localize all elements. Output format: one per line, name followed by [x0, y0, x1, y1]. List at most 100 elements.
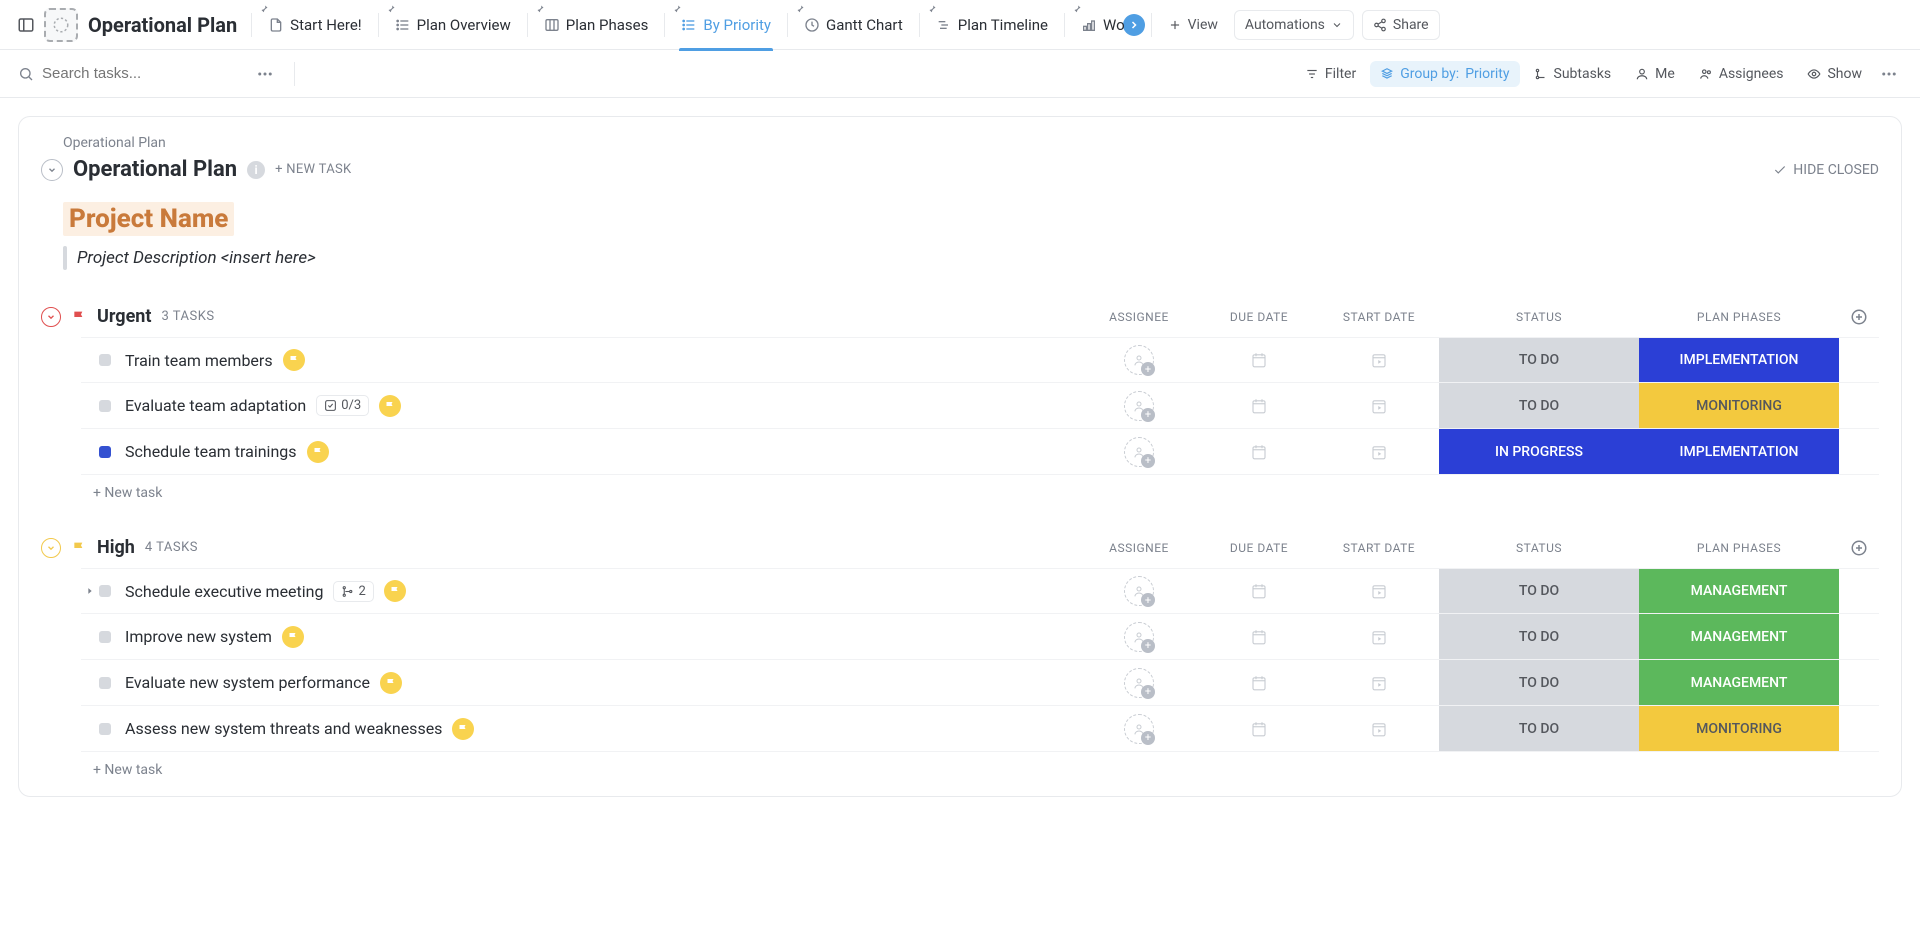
column-assignee[interactable]: ASSIGNEE [1079, 310, 1199, 324]
task-name[interactable]: Schedule executive meeting [125, 582, 323, 601]
due-date-cell[interactable] [1199, 383, 1319, 428]
column-plan-phases[interactable]: PLAN PHASES [1639, 541, 1839, 555]
assignees-button[interactable]: Assignees [1689, 61, 1794, 87]
column-plan-phases[interactable]: PLAN PHASES [1639, 310, 1839, 324]
start-date-cell[interactable] [1319, 569, 1439, 613]
task-row[interactable]: Evaluate new system performance TO DO MA… [81, 660, 1879, 706]
assignee-cell[interactable] [1079, 338, 1199, 382]
project-name[interactable]: Project Name [63, 202, 234, 236]
collapse-group-button[interactable] [41, 307, 61, 327]
column-due-date[interactable]: DUE DATE [1199, 310, 1319, 324]
column-status[interactable]: STATUS [1439, 310, 1639, 324]
phase-cell[interactable]: IMPLEMENTATION [1639, 338, 1839, 382]
assignee-cell[interactable] [1079, 614, 1199, 659]
assignee-cell[interactable] [1079, 429, 1199, 474]
phase-cell[interactable]: MONITORING [1639, 383, 1839, 428]
status-cell[interactable]: TO DO [1439, 383, 1639, 428]
assignee-cell[interactable] [1079, 569, 1199, 613]
tab-by-priority[interactable]: By Priority [671, 0, 781, 50]
status-dot[interactable] [99, 446, 111, 458]
column-status[interactable]: STATUS [1439, 541, 1639, 555]
phase-cell[interactable]: IMPLEMENTATION [1639, 429, 1839, 474]
new-task-button[interactable]: + New task [41, 475, 1879, 501]
assignee-cell[interactable] [1079, 706, 1199, 751]
priority-flag-badge[interactable] [384, 580, 406, 602]
start-date-cell[interactable] [1319, 429, 1439, 474]
priority-flag-badge[interactable] [380, 672, 402, 694]
me-button[interactable]: Me [1625, 61, 1685, 87]
groupby-button[interactable]: Group by: Priority [1370, 61, 1519, 87]
space-avatar[interactable] [44, 8, 78, 42]
task-name[interactable]: Evaluate new system performance [125, 673, 370, 692]
column-start-date[interactable]: START DATE [1319, 541, 1439, 555]
breadcrumb[interactable]: Operational Plan [63, 135, 1879, 151]
phase-cell[interactable]: MANAGEMENT [1639, 569, 1839, 613]
task-row[interactable]: Train team members TO DO IMPLEMENTATION [81, 337, 1879, 383]
status-cell[interactable]: TO DO [1439, 569, 1639, 613]
status-dot[interactable] [99, 400, 111, 412]
task-row[interactable]: Improve new system TO DO MANAGEMENT [81, 614, 1879, 660]
status-dot[interactable] [99, 723, 111, 735]
filter-button[interactable]: Filter [1295, 61, 1366, 87]
status-cell[interactable]: TO DO [1439, 614, 1639, 659]
status-cell[interactable]: TO DO [1439, 706, 1639, 751]
start-date-cell[interactable] [1319, 338, 1439, 382]
add-view-button[interactable]: View [1158, 11, 1228, 39]
task-name[interactable]: Assess new system threats and weaknesses [125, 719, 442, 738]
subtasks-button[interactable]: Subtasks [1524, 61, 1622, 87]
new-task-button[interactable]: + NEW TASK [275, 162, 351, 177]
start-date-cell[interactable] [1319, 383, 1439, 428]
show-button[interactable]: Show [1797, 61, 1872, 87]
tab-plan-overview[interactable]: Plan Overview [385, 0, 521, 50]
priority-flag-badge[interactable] [283, 349, 305, 371]
sidebar-toggle-icon[interactable] [10, 9, 42, 41]
start-date-cell[interactable] [1319, 614, 1439, 659]
column-start-date[interactable]: START DATE [1319, 310, 1439, 324]
phase-cell[interactable]: MANAGEMENT [1639, 660, 1839, 705]
search-input[interactable] [42, 65, 222, 82]
collapse-all-button[interactable] [41, 159, 63, 181]
add-column-button[interactable] [1839, 308, 1879, 326]
due-date-cell[interactable] [1199, 338, 1319, 382]
tab-plan-phases[interactable]: Plan Phases [534, 0, 659, 50]
priority-flag-badge[interactable] [379, 395, 401, 417]
expand-subtasks-button[interactable] [81, 586, 99, 596]
tab-workload[interactable]: Wo [1071, 0, 1127, 50]
due-date-cell[interactable] [1199, 569, 1319, 613]
task-row[interactable]: Assess new system threats and weaknesses… [81, 706, 1879, 752]
status-dot[interactable] [99, 631, 111, 643]
tab-start-here[interactable]: Start Here! [258, 0, 371, 50]
column-due-date[interactable]: DUE DATE [1199, 541, 1319, 555]
status-cell[interactable]: TO DO [1439, 660, 1639, 705]
status-cell[interactable]: IN PROGRESS [1439, 429, 1639, 474]
priority-flag-badge[interactable] [452, 718, 474, 740]
new-task-button[interactable]: + New task [41, 752, 1879, 778]
status-dot[interactable] [99, 677, 111, 689]
more-icon[interactable] [1876, 61, 1902, 87]
info-icon[interactable]: i [247, 161, 265, 179]
collapse-group-button[interactable] [41, 538, 61, 558]
task-name[interactable]: Improve new system [125, 627, 272, 646]
task-row[interactable]: Evaluate team adaptation 0/3 TO DO MONIT… [81, 383, 1879, 429]
phase-cell[interactable]: MANAGEMENT [1639, 614, 1839, 659]
task-name[interactable]: Train team members [125, 351, 273, 370]
hide-closed-button[interactable]: HIDE CLOSED [1773, 162, 1879, 178]
task-row[interactable]: Schedule executive meeting 2 TO DO MANAG… [81, 568, 1879, 614]
task-row[interactable]: Schedule team trainings IN PROGRESS IMPL… [81, 429, 1879, 475]
priority-flag-badge[interactable] [282, 626, 304, 648]
subtask-badge[interactable]: 0/3 [316, 395, 369, 416]
tab-gantt-chart[interactable]: Gantt Chart [794, 0, 913, 50]
priority-flag-badge[interactable] [307, 441, 329, 463]
automations-button[interactable]: Automations [1234, 10, 1354, 40]
status-dot[interactable] [99, 585, 111, 597]
start-date-cell[interactable] [1319, 660, 1439, 705]
phase-cell[interactable]: MONITORING [1639, 706, 1839, 751]
add-column-button[interactable] [1839, 539, 1879, 557]
status-cell[interactable]: TO DO [1439, 338, 1639, 382]
share-button[interactable]: Share [1362, 10, 1440, 40]
task-name[interactable]: Schedule team trainings [125, 442, 297, 461]
more-icon[interactable] [252, 61, 278, 87]
subtask-badge[interactable]: 2 [333, 581, 373, 602]
due-date-cell[interactable] [1199, 660, 1319, 705]
task-name[interactable]: Evaluate team adaptation [125, 396, 306, 415]
